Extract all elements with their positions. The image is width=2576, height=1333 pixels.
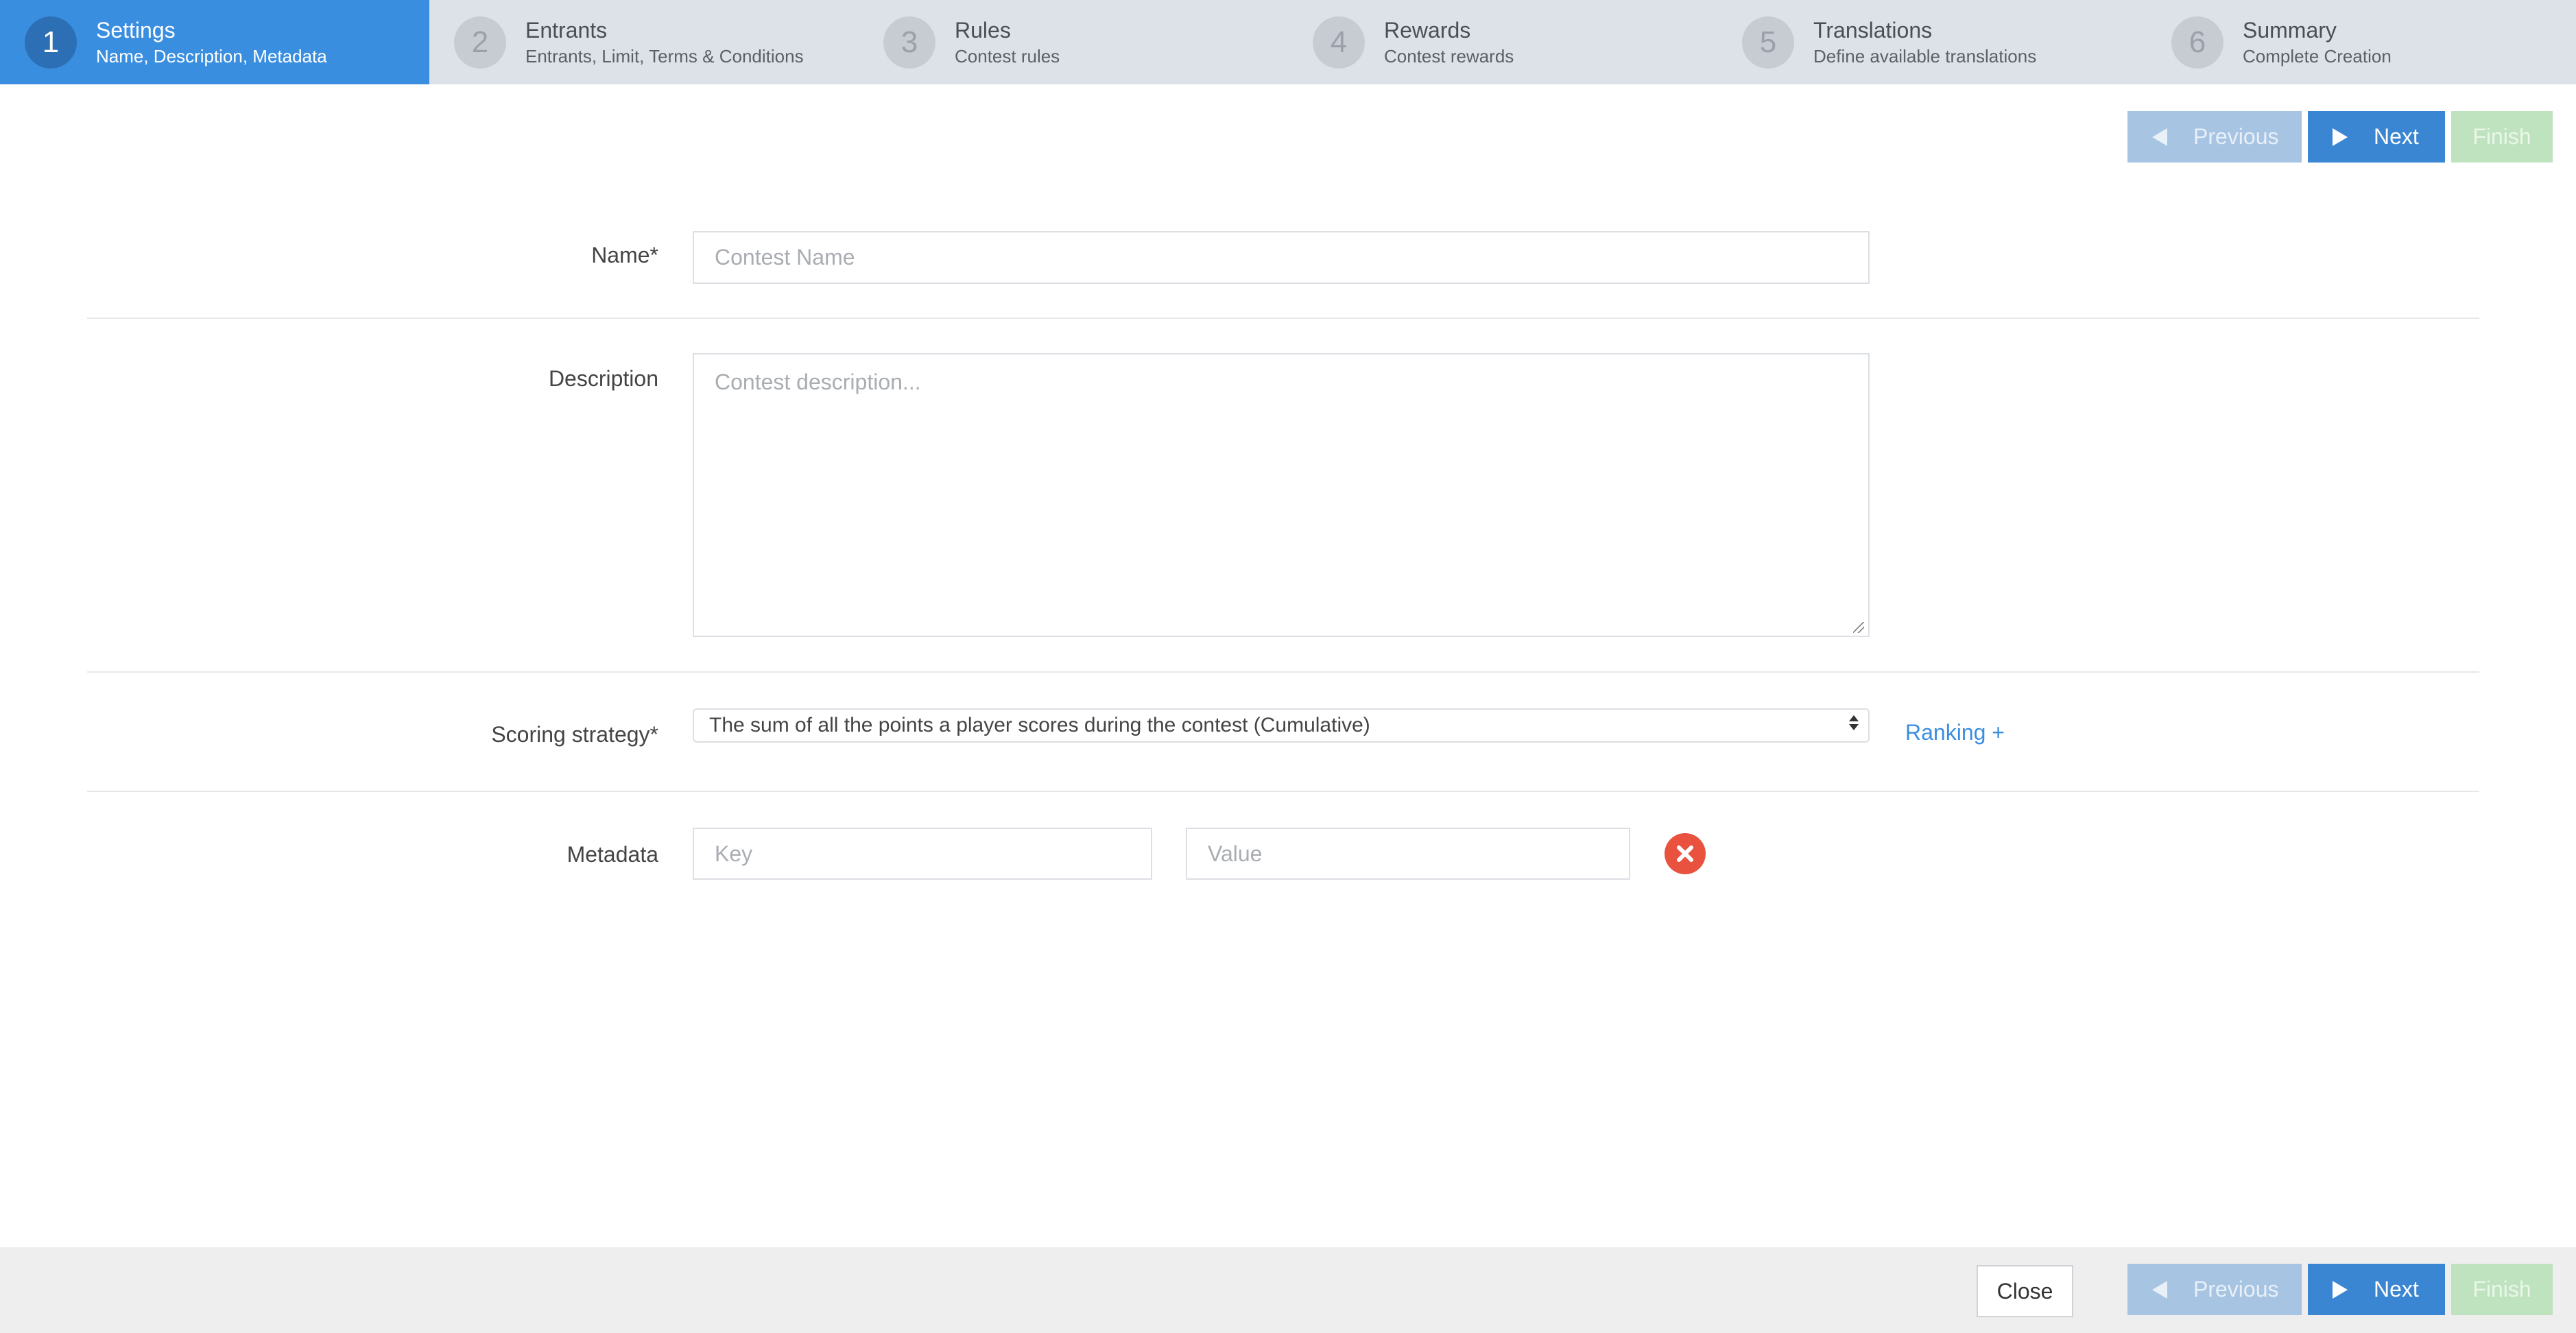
resize-handle-icon[interactable] xyxy=(1853,622,1864,633)
step-settings[interactable]: 1 Settings Name, Description, Metadata xyxy=(0,0,429,84)
scoring-strategy-label: Scoring strategy* xyxy=(491,722,658,747)
previous-button[interactable]: Previous xyxy=(2127,1264,2302,1315)
step-number-badge: 5 xyxy=(1742,16,1794,69)
previous-label: Previous xyxy=(2193,1277,2279,1301)
step-title: Rewards xyxy=(1384,17,1471,43)
finish-label: Finish xyxy=(2472,124,2531,149)
metadata-label: Metadata xyxy=(567,842,658,867)
arrow-left-icon xyxy=(2152,1280,2167,1299)
next-label: Next xyxy=(2374,1277,2419,1301)
divider xyxy=(87,317,2479,319)
name-label: Name* xyxy=(591,243,658,267)
step-subtitle: Complete Creation xyxy=(2243,45,2392,67)
step-subtitle: Entrants, Limit, Terms & Conditions xyxy=(525,45,804,67)
step-title: Summary xyxy=(2243,17,2337,43)
wizard-buttons-top: Previous Next Finish xyxy=(2127,111,2553,163)
step-rewards[interactable]: 4 Rewards Contest rewards xyxy=(1288,0,1717,84)
step-title: Rules xyxy=(955,17,1011,43)
wizard-steps: 1 Settings Name, Description, Metadata 2… xyxy=(0,0,2576,84)
description-label: Description xyxy=(548,366,658,391)
step-title: Settings xyxy=(96,17,176,43)
step-subtitle: Name, Description, Metadata xyxy=(96,45,327,67)
next-label: Next xyxy=(2374,124,2419,149)
step-translations[interactable]: 5 Translations Define available translat… xyxy=(1717,0,2147,84)
arrow-right-icon xyxy=(2333,1280,2348,1299)
step-title: Entrants xyxy=(525,17,608,43)
step-number-badge: 4 xyxy=(1313,16,1365,69)
step-subtitle: Contest rewards xyxy=(1384,45,1514,67)
arrow-left-icon xyxy=(2152,128,2167,146)
step-title: Translations xyxy=(1813,17,1933,43)
step-number-badge: 1 xyxy=(25,16,77,69)
step-subtitle: Contest rules xyxy=(955,45,1060,67)
close-button[interactable]: Close xyxy=(1977,1265,2073,1317)
step-number-badge: 3 xyxy=(883,16,935,69)
step-subtitle: Define available translations xyxy=(1813,45,2037,67)
arrow-right-icon xyxy=(2333,128,2348,146)
close-icon xyxy=(1677,845,1693,862)
next-button[interactable]: Next xyxy=(2308,111,2445,163)
metadata-key-input[interactable] xyxy=(693,828,1152,880)
step-rules[interactable]: 3 Rules Contest rules xyxy=(859,0,1288,84)
step-entrants[interactable]: 2 Entrants Entrants, Limit, Terms & Cond… xyxy=(429,0,859,84)
divider xyxy=(87,791,2479,792)
finish-button[interactable]: Finish xyxy=(2451,111,2553,163)
select-arrows-icon xyxy=(1849,715,1859,730)
contest-description-textarea[interactable] xyxy=(693,353,1870,637)
finish-label: Finish xyxy=(2472,1277,2531,1301)
divider xyxy=(87,671,2479,673)
scoring-strategy-value: The sum of all the points a player score… xyxy=(709,714,1370,736)
previous-button[interactable]: Previous xyxy=(2127,111,2302,163)
previous-label: Previous xyxy=(2193,124,2279,149)
finish-button[interactable]: Finish xyxy=(2451,1264,2553,1315)
step-summary[interactable]: 6 Summary Complete Creation xyxy=(2147,0,2576,84)
contest-name-input[interactable] xyxy=(693,231,1870,284)
remove-metadata-button[interactable] xyxy=(1665,833,1706,874)
scoring-strategy-select[interactable]: The sum of all the points a player score… xyxy=(693,708,1870,743)
wizard-buttons-bottom: Previous Next Finish xyxy=(2127,1264,2553,1315)
step-number-badge: 2 xyxy=(454,16,506,69)
ranking-add-link[interactable]: Ranking + xyxy=(1905,720,2005,745)
metadata-value-input[interactable] xyxy=(1186,828,1630,880)
step-number-badge: 6 xyxy=(2171,16,2223,69)
next-button[interactable]: Next xyxy=(2308,1264,2445,1315)
